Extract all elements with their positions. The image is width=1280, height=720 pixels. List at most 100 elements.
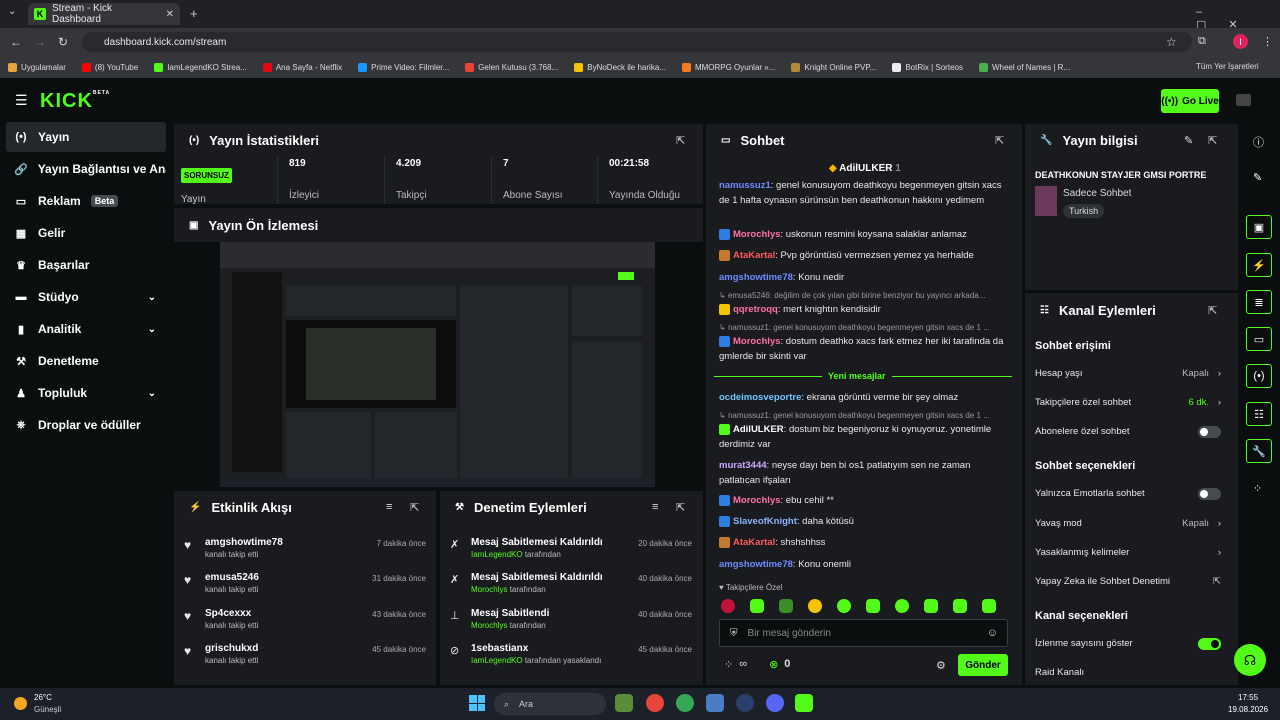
bookmark-netflix[interactable]: Ana Sayfa - Netflix <box>262 62 342 72</box>
chat-message[interactable]: ocdeimosveportre: ekrana görüntü verme b… <box>719 390 1009 405</box>
taskbar-app-icon[interactable] <box>706 694 724 712</box>
bookmark-botrix[interactable]: BotRix | Sorteos <box>892 62 963 72</box>
info-icon[interactable]: ⓘ <box>1253 134 1264 150</box>
discord-icon[interactable] <box>766 694 784 712</box>
chat-message[interactable]: qqretroqq: mert knightın kendisidir <box>719 302 1009 317</box>
toolbar-list-button[interactable]: ≣ <box>1246 290 1272 314</box>
close-tab-icon[interactable]: ✕ <box>166 9 174 20</box>
edit-icon[interactable]: ✎ <box>1184 134 1193 147</box>
chrome-icon[interactable] <box>646 694 664 712</box>
popout-icon[interactable]: ⇱ <box>676 501 685 514</box>
edit-icon[interactable]: ✎ <box>1253 171 1262 184</box>
chat-input[interactable]: ⛨ Bir mesaj gönderin ☺ <box>719 619 1008 647</box>
user-avatar[interactable] <box>1236 94 1251 106</box>
slow-mode-row[interactable]: Yavaş mod Kapalı › <box>1035 518 1225 532</box>
hamburger-icon[interactable]: ☰ <box>15 92 28 109</box>
taskbar-app-icon[interactable] <box>736 694 754 712</box>
bookmark-youtube[interactable]: (8) YouTube <box>81 62 138 72</box>
bookmark-apps[interactable]: Uygulamalar <box>8 62 66 72</box>
taskbar-search[interactable]: ⌕ Ara <box>494 693 606 715</box>
popout-icon[interactable]: ⇱ <box>410 501 419 514</box>
extensions-icon[interactable]: ⧉ <box>1198 35 1206 48</box>
popout-icon[interactable]: ⇱ <box>676 134 685 147</box>
chat-message[interactable]: Morochlys: dostum deathko xacs fark etme… <box>719 334 1009 364</box>
sidebar-item-revenue[interactable]: ▦ Gelir <box>6 218 166 248</box>
chat-message[interactable]: namussuz1: genel konusuyom deathkoyu beg… <box>719 178 1009 208</box>
account-age-row[interactable]: Hesap yaşı Kapalı › <box>1035 368 1225 382</box>
send-button[interactable]: Gönder <box>958 654 1008 676</box>
bookmark-knight[interactable]: Knight Online PVP... <box>791 62 876 72</box>
bookmark-prime[interactable]: Prime Video: Filmler... <box>358 62 449 72</box>
filter-icon[interactable]: ≡ <box>652 501 658 513</box>
pinned-user[interactable]: ◆ AdilULKER 1 <box>829 163 901 174</box>
go-live-button[interactable]: ((•)) Go Live <box>1161 89 1219 113</box>
toolbar-stats-button[interactable]: (•) <box>1246 364 1272 388</box>
users-icon[interactable]: ⁘ <box>1253 482 1262 495</box>
chat-message[interactable]: AtaKartal: shshshhss <box>719 535 1009 550</box>
sidebar-item-studio[interactable]: ▬ Stüdyo ⌄ <box>6 282 166 312</box>
sidebar-item-moderation[interactable]: ⚒ Denetleme <box>6 346 166 376</box>
new-tab-icon[interactable]: + <box>190 6 198 21</box>
chrome-icon[interactable] <box>676 694 694 712</box>
chat-message[interactable]: amgshowtime78: Konu nedir <box>719 270 1009 285</box>
emote-only-row[interactable]: Yalnızca Emotlarla sohbet <box>1035 488 1225 502</box>
subs-chat-toggle[interactable] <box>1198 426 1221 438</box>
chat-message[interactable]: AtaKartal: Pvp görüntüsü vermezsen yemez… <box>719 248 1009 263</box>
chat-message[interactable]: SlaveofKnight: daha kötüsü <box>719 514 1009 529</box>
clock-date[interactable]: 19.08.2026 <box>1228 705 1268 714</box>
browser-tab[interactable]: K Stream - Kick Dashboard ✕ <box>28 3 180 25</box>
raid-row[interactable]: Raid Kanalı <box>1035 667 1225 681</box>
toolbar-activity-button[interactable]: ⚡ <box>1246 253 1272 277</box>
url-field[interactable]: dashboard.kick.com/stream <box>82 32 1192 52</box>
kick-app-icon[interactable] <box>795 694 813 712</box>
browser-menu-icon[interactable]: ⋮ <box>1262 35 1273 48</box>
emote-row[interactable] <box>721 599 996 613</box>
sidebar-item-stream-key[interactable]: 🔗Yayın Bağlantısı ve Anahtarı <box>6 154 166 184</box>
stream-preview-video[interactable] <box>220 242 655 487</box>
sidebar-item-stream[interactable]: (•) Yayın <box>6 122 166 152</box>
profile-avatar[interactable]: I <box>1233 34 1248 49</box>
chat-message[interactable]: Morochlys: ebu cehil ** <box>719 493 1009 508</box>
chat-settings-icon[interactable]: ⚙ <box>936 659 946 672</box>
taskbar-app-icon[interactable] <box>615 694 633 712</box>
emote-only-toggle[interactable] <box>1198 488 1221 500</box>
tab-search-icon[interactable]: ⌄ <box>8 6 16 17</box>
start-icon[interactable] <box>469 695 485 711</box>
chat-message[interactable]: amgshowtime78: Konu onemli <box>719 557 1009 572</box>
toolbar-wrench-button[interactable]: 🔧 <box>1246 439 1272 463</box>
chat-message[interactable]: murat3444: neyse dayı ben bi os1 patlatı… <box>719 458 1009 488</box>
show-viewers-toggle[interactable] <box>1198 638 1221 650</box>
sidebar-item-community[interactable]: ♟ Topluluk ⌄ <box>6 378 166 408</box>
sidebar-item-ads[interactable]: ▭ Reklam Beta <box>6 186 166 216</box>
toolbar-chat-button[interactable]: ▭ <box>1246 327 1272 351</box>
category-name[interactable]: Sadece Sohbet <box>1063 188 1131 199</box>
reload-icon[interactable]: ↻ <box>58 35 68 49</box>
popout-icon[interactable]: ⇱ <box>995 134 1004 147</box>
followers-chat-row[interactable]: Takipçilere özel sohbet 6 dk. › <box>1035 397 1225 411</box>
bookmark-nodeck[interactable]: ByNoDeck ile harika... <box>574 62 666 72</box>
all-bookmarks[interactable]: Tüm Yer İşaretleri <box>1196 62 1259 71</box>
bookmark-gmail[interactable]: Gelen Kutusu (3.768... <box>465 62 558 72</box>
popout-icon[interactable]: ⇱ <box>1208 134 1217 147</box>
popout-icon[interactable]: ⇱ <box>1208 304 1217 317</box>
support-button[interactable]: ☊ <box>1234 644 1266 676</box>
weather-temp[interactable]: 26°C <box>34 693 52 702</box>
bookmark-kick[interactable]: IamLegendKO Strea... <box>154 62 247 72</box>
sidebar-item-achievements[interactable]: ♛ Başarılar <box>6 250 166 280</box>
back-icon[interactable]: ← <box>10 35 22 49</box>
filter-icon[interactable]: ≡ <box>386 501 392 513</box>
sidebar-item-analytics[interactable]: ▮ Analitik ⌄ <box>6 314 166 344</box>
toolbar-sliders-button[interactable]: ☷ <box>1246 402 1272 426</box>
ai-moderation-row[interactable]: Yapay Zeka ile Sohbet Denetimi ⇱ <box>1035 576 1225 590</box>
bookmark-mmorpg[interactable]: MMORPG Oyunlar »... <box>681 62 775 72</box>
show-viewers-row[interactable]: İzlenme sayısını göster <box>1035 638 1225 652</box>
sidebar-item-drops[interactable]: ⎈ Droplar ve ödüller <box>6 410 166 440</box>
banned-words-row[interactable]: Yasaklanmış kelimeler › <box>1035 547 1225 561</box>
clock-time[interactable]: 17:55 <box>1238 693 1258 702</box>
chat-message[interactable]: AdilULKER: dostum biz begeniyoruz ki oyn… <box>719 422 1009 452</box>
forward-icon[interactable]: → <box>34 35 46 49</box>
toolbar-preview-button[interactable]: ▣ <box>1246 215 1272 239</box>
chat-message[interactable]: Morochlys: uskonun resmini koysana salak… <box>719 227 1009 242</box>
kick-logo[interactable]: KICKBETA <box>40 90 110 113</box>
bookmark-star-icon[interactable]: ☆ <box>1166 35 1177 49</box>
